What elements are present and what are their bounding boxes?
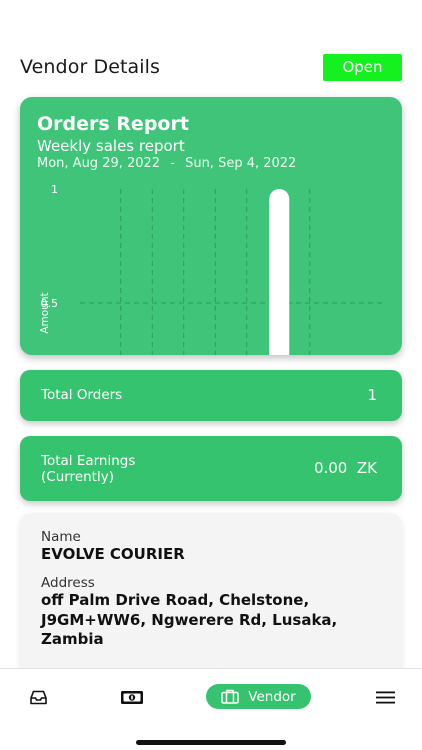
address-label: Address xyxy=(41,575,95,591)
total-orders-label: Total Orders xyxy=(41,387,123,403)
orders-report-card: Orders Report Weekly sales report Mon, A… xyxy=(20,97,402,355)
address-line: J9GM+WW6, Ngwerere Rd, Lusaka, xyxy=(41,610,338,629)
status-badge[interactable]: Open xyxy=(323,53,402,81)
earnings-label-line1: Total Earnings xyxy=(41,453,136,469)
tab-inbox[interactable] xyxy=(26,685,50,709)
tab-vendor-label: Vendor xyxy=(248,688,296,705)
total-earnings-label: Total Earnings (Currently) xyxy=(41,453,135,485)
inbox-icon xyxy=(29,690,47,704)
vendor-info-card: Name EVOLVE COURIER Address off Palm Dri… xyxy=(20,513,402,683)
y-tick-label: 1 xyxy=(51,183,58,196)
address-line: Zambia xyxy=(41,630,104,648)
total-earnings-value: 0.00 ZK xyxy=(313,459,377,477)
total-earnings-card[interactable]: Total Earnings (Currently) 0.00 ZK xyxy=(20,436,402,501)
tab-earnings[interactable] xyxy=(119,685,145,709)
address-line: off Palm Drive Road, Chelstone, xyxy=(41,591,310,609)
money-icon xyxy=(121,690,143,704)
briefcase-icon xyxy=(221,689,240,704)
tab-vendor[interactable]: Vendor xyxy=(206,684,311,709)
name-value: EVOLVE COURIER xyxy=(41,545,185,563)
y-axis-label: Amount xyxy=(39,292,51,333)
chart-bar xyxy=(269,189,290,355)
total-orders-value: 1 xyxy=(367,386,377,404)
tab-menu[interactable] xyxy=(374,685,396,709)
orders-chart: 00.51AmountMonTueWedThurFriSatSun xyxy=(39,183,385,355)
menu-icon xyxy=(375,691,395,703)
bottom-tab-bar: Vendor xyxy=(0,668,422,750)
header: Vendor Details Open xyxy=(20,52,402,82)
earnings-label-line2: (Currently) xyxy=(41,469,114,485)
name-label: Name xyxy=(41,529,81,545)
address-value: off Palm Drive Road, Chelstone, J9GM+WW6… xyxy=(41,591,381,650)
page-title: Vendor Details xyxy=(20,56,161,78)
total-orders-card[interactable]: Total Orders 1 xyxy=(20,370,402,421)
vendor-details-screen: Vendor Details Open Orders Report Weekly… xyxy=(0,0,422,750)
home-indicator[interactable] xyxy=(136,740,286,745)
